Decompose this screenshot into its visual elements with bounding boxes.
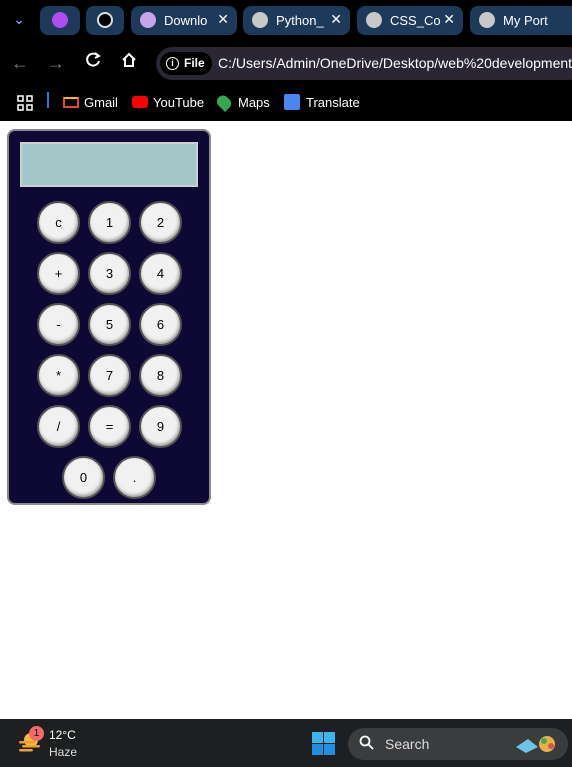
key-4[interactable]: 4 — [139, 252, 182, 295]
tab-css[interactable]: CSS_Co ✕ — [357, 6, 463, 35]
equals-button[interactable]: = — [88, 405, 131, 448]
search-icon — [359, 735, 374, 754]
key-6[interactable]: 6 — [139, 303, 182, 346]
subtract-button[interactable]: - — [37, 303, 80, 346]
translate-icon — [284, 94, 300, 110]
youtube-icon — [132, 96, 148, 108]
maps-icon — [214, 92, 234, 113]
calculator: c 1 2 + 3 4 - 5 6 * 7 8 / = 9 0 . — [7, 129, 211, 505]
site-info-chip[interactable]: i File — [160, 52, 212, 75]
chatgpt-icon — [97, 12, 113, 28]
key-0[interactable]: 0 — [62, 456, 105, 499]
notification-badge: 1 — [29, 726, 44, 741]
divide-button[interactable]: / — [37, 405, 80, 448]
key-1[interactable]: 1 — [88, 201, 131, 244]
home-button[interactable] — [117, 51, 141, 75]
scheme-label: File — [184, 56, 205, 70]
info-icon: i — [166, 57, 179, 70]
bookmark-label: Translate — [306, 95, 360, 110]
forward-button[interactable]: → — [44, 51, 68, 75]
close-icon[interactable]: ✕ — [330, 11, 342, 28]
picsart-icon — [52, 12, 68, 28]
multiply-button[interactable]: * — [37, 354, 80, 397]
avatar-icon — [140, 12, 156, 28]
key-7[interactable]: 7 — [88, 354, 131, 397]
bookmark-translate[interactable]: Translate — [284, 93, 360, 113]
bookmark-gmail[interactable]: Gmail — [63, 93, 118, 113]
tab-search-button[interactable]: ⌄ — [6, 6, 32, 32]
bookmarks-bar: Gmail YouTube Maps Translate — [0, 86, 572, 121]
tab-label: My Port — [503, 13, 548, 28]
address-bar[interactable]: i File C:/Users/Admin/OneDrive/Desktop/w… — [156, 47, 572, 80]
decimal-button[interactable]: . — [113, 456, 156, 499]
browser-toolbar: ← → i File C:/Users/Admin/OneDrive/Deskt… — [0, 40, 572, 86]
bookmark-label: Gmail — [84, 95, 118, 110]
bookmark-maps[interactable]: Maps — [214, 92, 270, 113]
tab-download[interactable]: Downlo ✕ — [131, 6, 237, 35]
add-button[interactable]: + — [37, 252, 80, 295]
tab-python[interactable]: Python_ ✕ — [243, 6, 350, 35]
reload-icon — [86, 52, 101, 67]
apps-grid-icon — [17, 95, 33, 111]
tab-label: Python_ — [276, 13, 324, 28]
bookmark-label: Maps — [238, 95, 270, 110]
clear-button[interactable]: c — [37, 201, 80, 244]
page-viewport: c 1 2 + 3 4 - 5 6 * 7 8 / = 9 0 . — [0, 121, 572, 719]
windows-logo-icon — [312, 732, 335, 755]
url-text: C:/Users/Admin/OneDrive/Desktop/web%20de… — [218, 55, 572, 71]
key-8[interactable]: 8 — [139, 354, 182, 397]
start-button[interactable] — [312, 732, 335, 755]
calculator-display[interactable] — [20, 142, 198, 187]
weather-temperature: 12°C — [49, 728, 76, 742]
key-3[interactable]: 3 — [88, 252, 131, 295]
tab-picsart[interactable] — [40, 6, 80, 35]
key-9[interactable]: 9 — [139, 405, 182, 448]
taskbar: 1 12°C Haze Search — [0, 719, 572, 767]
tab-chatgpt[interactable] — [86, 6, 124, 35]
search-label: Search — [385, 736, 430, 752]
bookmark-youtube[interactable]: YouTube — [132, 93, 204, 113]
taskbar-search[interactable]: Search — [348, 728, 568, 760]
tab-label: Downlo — [164, 13, 208, 28]
globe-icon — [479, 12, 495, 28]
close-icon[interactable]: ✕ — [443, 11, 455, 28]
bookmarks-separator — [47, 92, 49, 108]
close-icon[interactable]: ✕ — [217, 11, 229, 28]
home-icon — [122, 52, 136, 67]
back-button[interactable]: ← — [8, 51, 32, 75]
tab-portfolio[interactable]: My Port — [470, 6, 572, 35]
bookmark-label: YouTube — [153, 95, 205, 110]
tab-label: CSS_Co — [390, 13, 441, 28]
search-highlight-icon — [516, 736, 555, 753]
reload-button[interactable] — [81, 51, 105, 75]
globe-icon — [252, 12, 268, 28]
globe-icon — [366, 12, 382, 28]
apps-button[interactable] — [17, 93, 33, 113]
gmail-icon — [63, 97, 79, 108]
weather-condition: Haze — [49, 745, 78, 759]
tab-strip: ⌄ Downlo ✕ Python_ ✕ CSS_Co ✕ My Port — [0, 0, 572, 40]
key-2[interactable]: 2 — [139, 201, 182, 244]
key-5[interactable]: 5 — [88, 303, 131, 346]
